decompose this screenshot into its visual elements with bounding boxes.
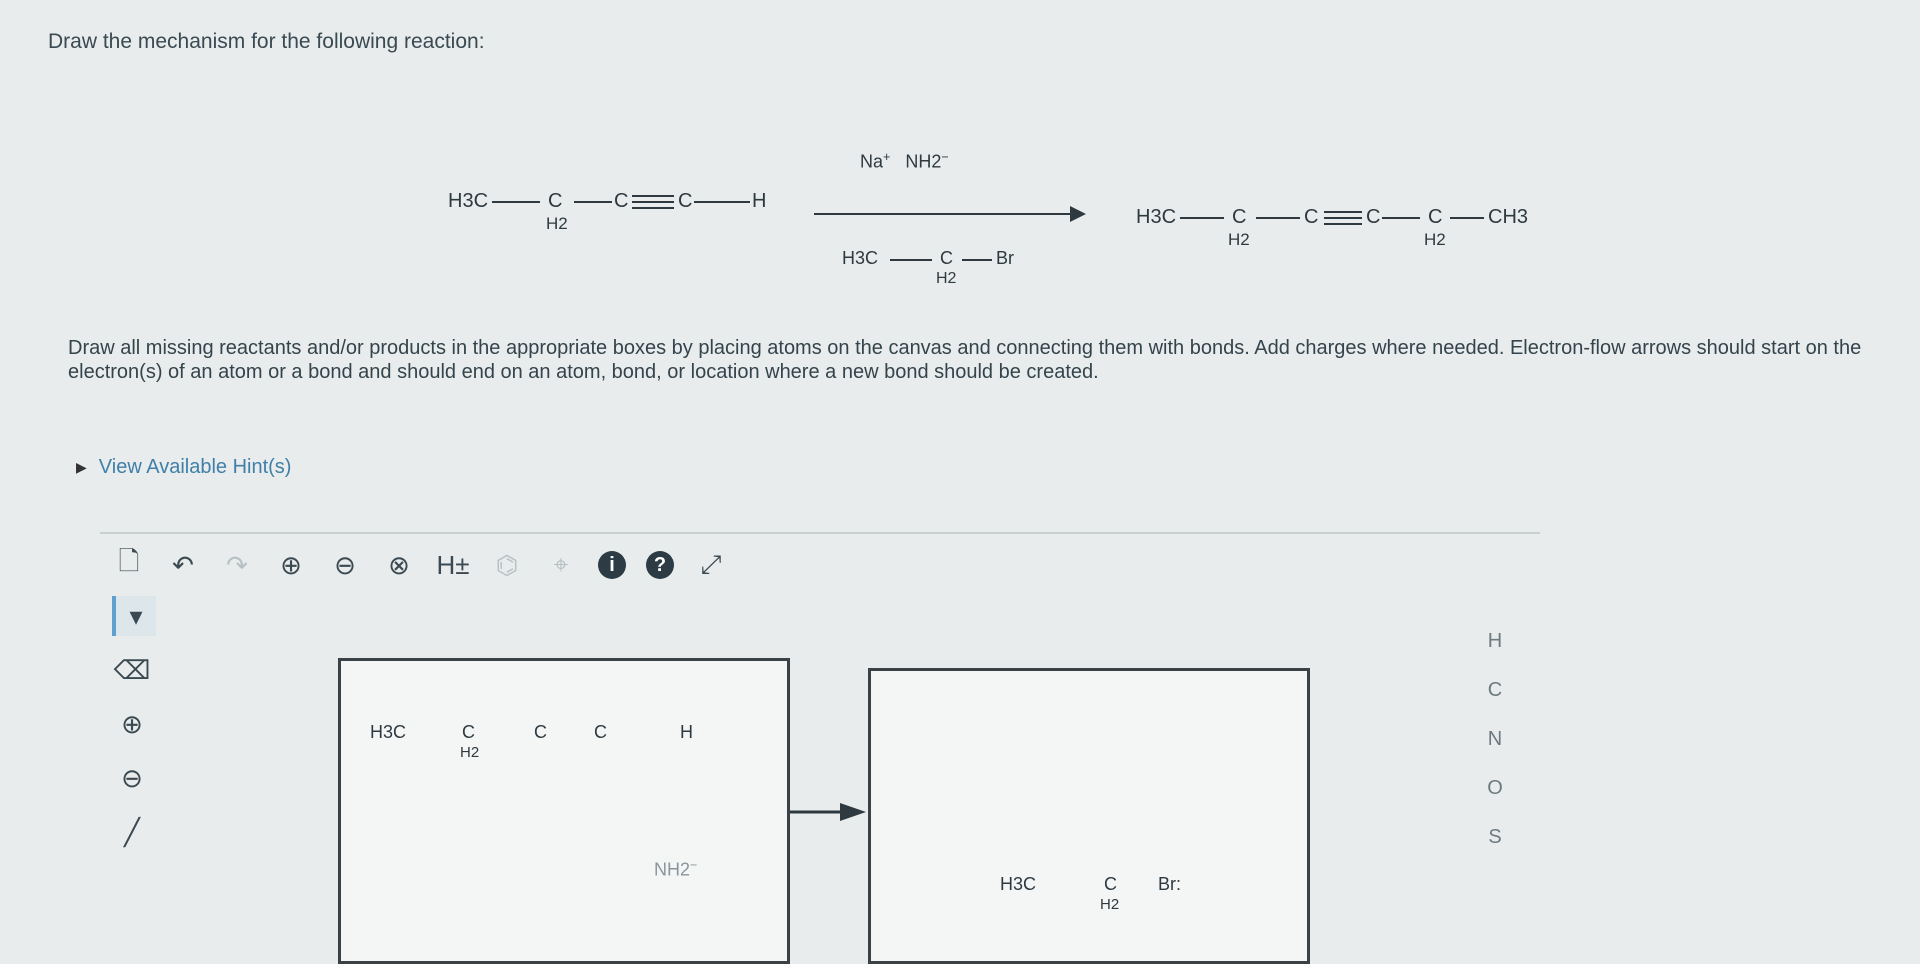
atom-c-button[interactable]: C (1480, 679, 1510, 702)
add-positive-charge-icon[interactable]: ⊕ (112, 704, 152, 744)
atom-o-button[interactable]: O (1480, 777, 1510, 800)
explicit-hydrogen-toggle[interactable]: H± (436, 548, 470, 582)
expand-triangle-icon: ▶ (76, 459, 87, 475)
product-carbon-2: C (1428, 206, 1443, 228)
chirality-icon[interactable]: ⌬ (490, 548, 524, 582)
box1-terminal-hydrogen: H (680, 722, 693, 742)
box1-alkyne-carbon-2: C (594, 722, 607, 742)
undo-icon[interactable]: ↶ (166, 548, 200, 582)
atom-s-button[interactable]: S (1480, 826, 1510, 849)
reagent-bromine: Br (996, 248, 1014, 268)
info-icon[interactable]: i (598, 551, 626, 579)
atom-palette: H C N O S (1480, 630, 1510, 849)
reactant-terminal-hydrogen: H (752, 190, 767, 212)
box2-bromine: Br: (1158, 874, 1182, 894)
redo-icon[interactable]: ↷ (220, 548, 254, 582)
box1-alkyne-carbon-1: C (534, 722, 547, 742)
single-bond-tool-icon[interactable]: ╱ (112, 812, 152, 852)
view-hints-label: View Available Hint(s) (98, 456, 292, 478)
atom-h-button[interactable]: H (1480, 630, 1510, 653)
zoom-in-icon[interactable]: ⊕ (274, 548, 308, 582)
product-drawing-box[interactable] (868, 668, 1310, 964)
eraser-icon[interactable]: ⌫ (112, 650, 152, 690)
product-alkyne-carbon-2: C (1366, 206, 1381, 228)
new-document-icon[interactable]: 🗋 (112, 546, 146, 582)
left-toolbar: ▾ ⌫ ⊕ ⊖ ╱ (112, 596, 156, 852)
box1-methyl-group: H3C (370, 722, 407, 742)
reactant-alkyne-carbon-1: C (614, 190, 629, 212)
reagent-bromoethane-h2: H2 (936, 270, 957, 287)
drawing-workspace (100, 532, 1540, 934)
box1-amide-ion: NH2− (654, 858, 698, 880)
product-carbon-1: C (1232, 206, 1247, 228)
product-methyl-end: CH3 (1488, 206, 1529, 228)
reset-zoom-icon[interactable]: ⊗ (382, 548, 416, 582)
view-hints-link[interactable]: ▶ View Available Hint(s) (76, 456, 291, 479)
box2-h2-label: H2 (1100, 896, 1120, 913)
select-tool-icon[interactable]: ▾ (112, 596, 156, 636)
reagent-sodium-amide: Na+ NH2− (860, 150, 949, 172)
reactant-methylene-carbon: C (548, 190, 563, 212)
add-negative-charge-icon[interactable]: ⊖ (112, 758, 152, 798)
reactant-drawing-box[interactable] (338, 658, 790, 964)
product-alkyne-carbon-1: C (1304, 206, 1319, 228)
stereo-icon[interactable]: ⌖ (544, 548, 578, 582)
zoom-out-icon[interactable]: ⊖ (328, 548, 362, 582)
box2-methyl-group: H3C (1000, 874, 1037, 894)
product-methyl-group: H3C (1136, 206, 1177, 228)
box2-methylene-carbon: C (1104, 874, 1117, 894)
atom-n-button[interactable]: N (1480, 728, 1510, 751)
reactant-alkyne-carbon-2: C (678, 190, 693, 212)
help-icon[interactable]: ? (646, 551, 674, 579)
instructions-text: Draw all missing reactants and/or produc… (68, 337, 1862, 383)
reagent-bromoethane-methyl: H3C (842, 248, 879, 268)
reagent-bromoethane-carbon: C (940, 248, 953, 268)
product-h2-label-1: H2 (1228, 230, 1250, 249)
box1-h2-label: H2 (460, 744, 480, 761)
box1-methylene-carbon: C (462, 722, 475, 742)
product-h2-label-2: H2 (1424, 230, 1446, 249)
fullscreen-icon[interactable]: ⤢ (694, 548, 728, 582)
reactant-h2-label: H2 (546, 214, 568, 233)
editor-toolbar: 🗋 ↶ ↷ ⊕ ⊖ ⊗ H± ⌬ ⌖ i ? ⤢ (112, 546, 728, 582)
